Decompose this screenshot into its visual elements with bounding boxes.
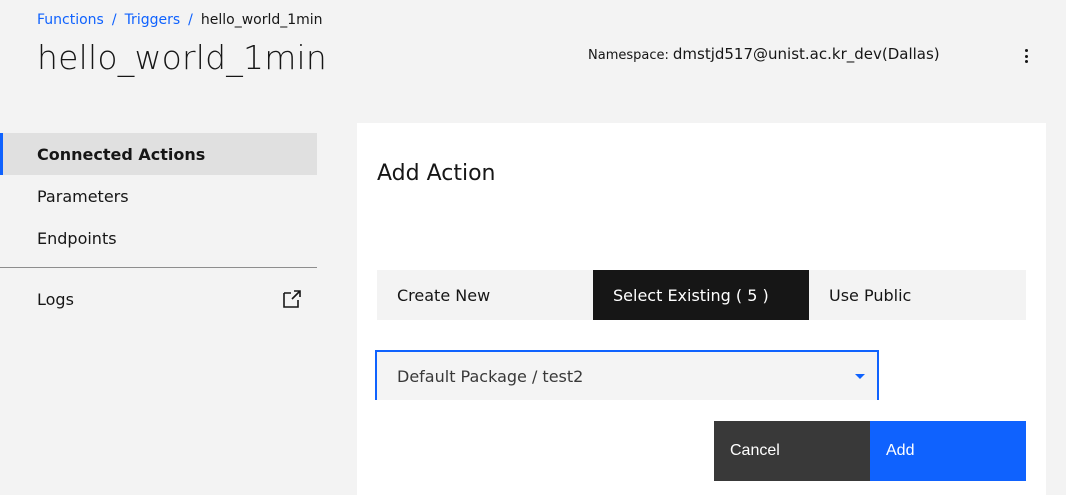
page-title: hello_world_1min [37, 38, 328, 77]
namespace-info: Namespace: dmstjd517@unist.ac.kr_dev(Dal… [588, 45, 940, 63]
select-value: Default Package / test2 [397, 366, 584, 386]
button-row: Cancel Add [714, 421, 1026, 481]
tab-label: Select Existing ( 5 ) [613, 285, 769, 305]
breadcrumb-separator: / [111, 12, 117, 28]
sidebar-item-label: Parameters [37, 186, 129, 206]
external-link-icon [283, 290, 301, 308]
tab-create-new[interactable]: Create New [377, 270, 593, 320]
breadcrumb-separator: / [188, 12, 193, 28]
sidebar-item-logs[interactable]: Logs [0, 268, 317, 330]
action-source-tabs: Create New Select Existing ( 5 ) Use Pub… [377, 270, 1026, 320]
tab-label: Use Public [829, 285, 912, 305]
sidebar-item-connected-actions[interactable]: Connected Actions [0, 133, 317, 175]
namespace-value: dmstjd517@unist.ac.kr_dev(Dallas) [672, 45, 940, 63]
panel-title: Add Action [377, 161, 496, 186]
sidebar-item-label: Connected Actions [37, 144, 206, 164]
cancel-button[interactable]: Cancel [714, 421, 870, 481]
tab-use-public[interactable]: Use Public [809, 270, 1026, 320]
tab-label: Create New [397, 285, 491, 305]
breadcrumb-functions-link[interactable]: Functions [37, 12, 104, 28]
caret-down-icon [855, 374, 865, 379]
page: Functions / Triggers / hello_world_1min … [0, 0, 1066, 495]
namespace-label: Namespace: [588, 48, 669, 63]
side-nav: Connected Actions Parameters Endpoints L… [0, 133, 317, 330]
add-button[interactable]: Add [870, 421, 1026, 481]
breadcrumb: Functions / Triggers / hello_world_1min [37, 12, 323, 28]
breadcrumb-current: hello_world_1min [200, 12, 323, 28]
sidebar-item-endpoints[interactable]: Endpoints [0, 217, 317, 259]
sidebar-item-label: Endpoints [37, 228, 117, 248]
breadcrumb-triggers-link[interactable]: Triggers [125, 12, 181, 28]
sidebar-item-parameters[interactable]: Parameters [0, 175, 317, 217]
add-action-panel: Add Action Create New Select Existing ( … [357, 123, 1046, 495]
sidebar-item-label: Logs [37, 289, 74, 309]
tab-select-existing[interactable]: Select Existing ( 5 ) [593, 270, 809, 320]
action-select-dropdown[interactable]: Default Package / test2 [375, 350, 879, 400]
overflow-menu-vertical-icon[interactable] [1014, 42, 1038, 70]
